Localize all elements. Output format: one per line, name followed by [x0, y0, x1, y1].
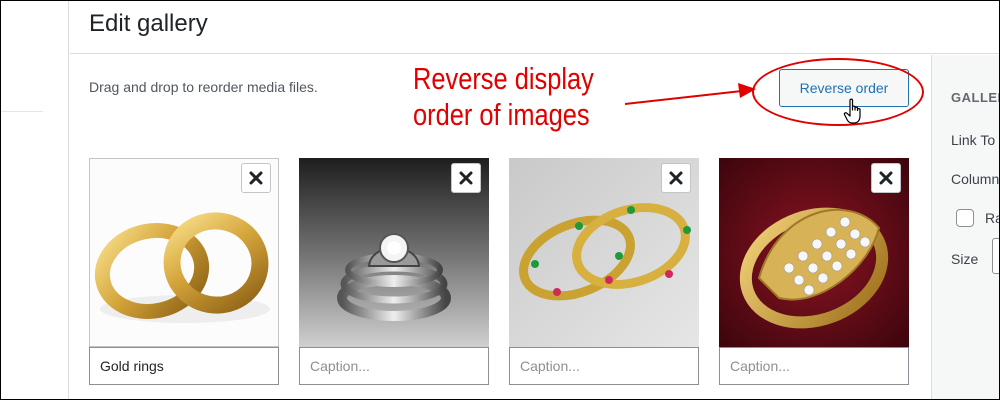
gallery-settings-sidebar: GALLER Link To Column Ra Size: [931, 55, 999, 399]
background-admin-area: [1, 1, 69, 399]
random-order-checkbox[interactable]: [956, 209, 974, 227]
annotation-line-2: order of images: [413, 97, 590, 132]
caption-input[interactable]: [719, 347, 909, 385]
caption-input[interactable]: [89, 347, 279, 385]
annotation-text: Reverse display order of images: [413, 61, 594, 133]
modal-header: Edit gallery: [70, 1, 999, 54]
divider: [1, 111, 43, 112]
gallery-item[interactable]: [299, 158, 489, 386]
columns-label: Column: [951, 171, 999, 187]
gallery-item[interactable]: [89, 158, 279, 386]
gallery-item[interactable]: [509, 158, 699, 386]
close-icon: [879, 171, 893, 185]
remove-image-button[interactable]: [451, 163, 481, 193]
close-icon: [669, 171, 683, 185]
remove-image-button[interactable]: [871, 163, 901, 193]
annotation-line-1: Reverse display: [413, 61, 594, 96]
reorder-instructions: Drag and drop to reorder media files.: [89, 79, 318, 95]
link-to-label: Link To: [951, 132, 996, 148]
caption-input[interactable]: [299, 347, 489, 385]
caption-input[interactable]: [509, 347, 699, 385]
modal-title: Edit gallery: [89, 10, 208, 37]
remove-image-button[interactable]: [241, 163, 271, 193]
close-icon: [249, 171, 263, 185]
gallery-item[interactable]: [719, 158, 909, 386]
gallery-settings-heading: GALLER: [951, 90, 999, 105]
random-order-label: Ra: [985, 210, 999, 226]
size-select[interactable]: [992, 238, 999, 274]
size-label: Size: [951, 251, 979, 267]
hand-cursor-icon: [843, 98, 861, 124]
close-icon: [459, 171, 473, 185]
remove-image-button[interactable]: [661, 163, 691, 193]
